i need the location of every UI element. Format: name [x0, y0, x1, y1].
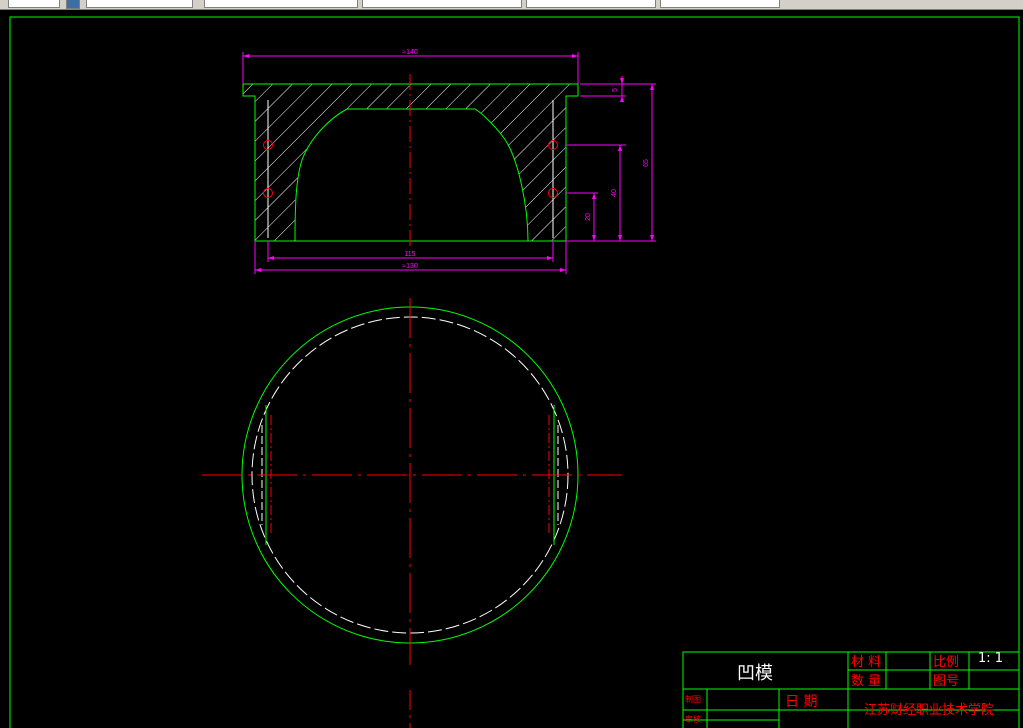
plan-view [202, 298, 622, 728]
dim-width-mid: 115 [404, 251, 415, 258]
drawn-by-label: 制图 [685, 695, 701, 704]
drawing-no-label: 图号 [933, 674, 960, 689]
layer-combo[interactable] [8, 0, 60, 8]
dim-height-40: 40 [611, 189, 618, 197]
dim-height-5: 5 [612, 88, 619, 92]
layer-state-combo[interactable] [660, 0, 780, 8]
scale-value: 1: 1 [978, 651, 1004, 666]
dim-height-20: 20 [585, 213, 592, 221]
school-name: 江苏财经职业技术学院 [864, 703, 995, 718]
linetype-combo[interactable] [86, 0, 193, 8]
lineweight-combo[interactable] [204, 0, 358, 8]
checked-by-label: 审核 [685, 715, 701, 724]
part-name: 凹模 [737, 663, 773, 684]
plotstyle-combo[interactable] [362, 0, 522, 8]
cad-drawing-canvas[interactable]: ≈140 115 ≈130 5 65 40 20 [0, 9, 1023, 728]
dim-width-bottom: ≈130 [402, 263, 418, 270]
dim-height-65: 65 [643, 159, 650, 167]
date-label: 日 期 [785, 694, 818, 710]
color-combo[interactable] [526, 0, 656, 8]
section-view [242, 74, 579, 250]
dim-width-top: ≈140 [402, 49, 418, 56]
layer-properties-icon[interactable] [66, 0, 80, 9]
material-label: 材 料 [851, 655, 882, 670]
scale-label: 比例 [933, 655, 960, 670]
quantity-label: 数 量 [851, 674, 882, 689]
